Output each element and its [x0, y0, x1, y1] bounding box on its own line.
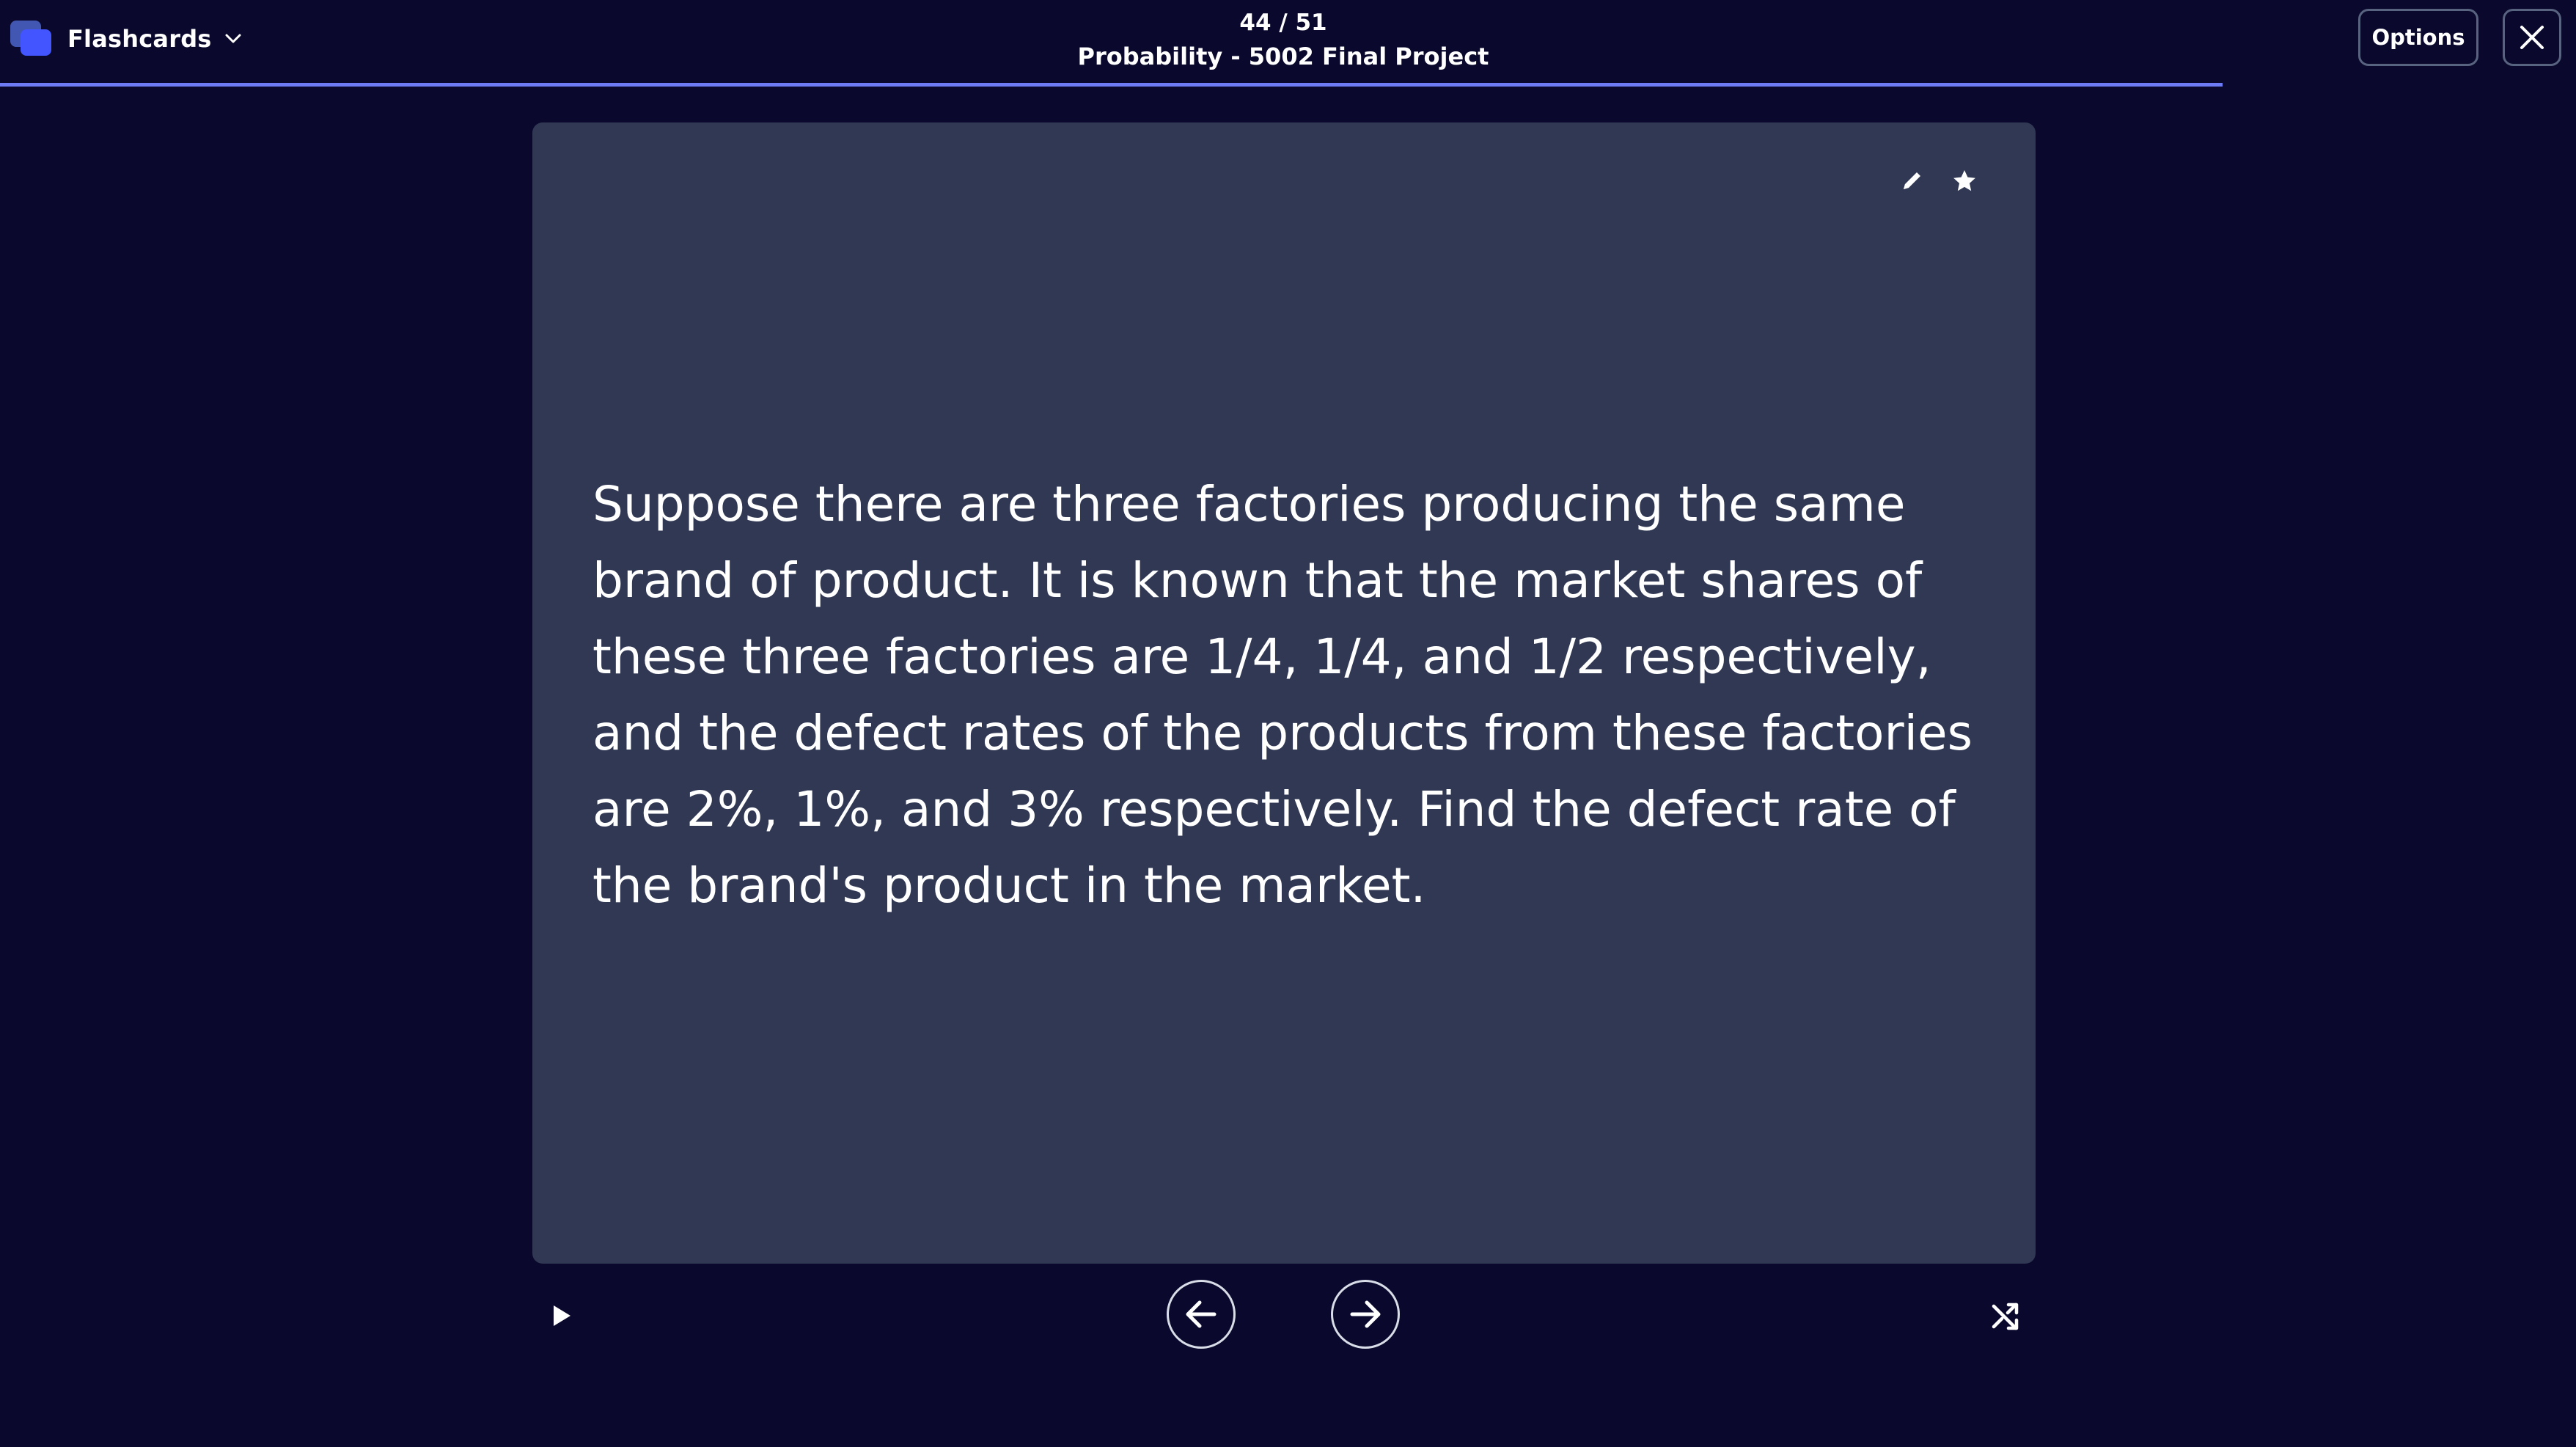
next-card-button[interactable]: [1331, 1280, 1400, 1349]
flashcards-icon: [10, 21, 53, 57]
arrow-right-icon: [1350, 1300, 1381, 1328]
set-title: Probability - 5002 Final Project: [1077, 43, 1489, 70]
play-icon: [554, 1305, 570, 1326]
play-button[interactable]: [546, 1297, 578, 1335]
progress-counter: 44 / 51: [1239, 10, 1327, 36]
mode-switcher[interactable]: Flashcards: [10, 18, 243, 60]
options-button[interactable]: Options: [2358, 9, 2478, 66]
star-icon[interactable]: [1951, 167, 1978, 195]
close-icon: [2520, 26, 2544, 49]
card-term-text: Suppose there are three factories produc…: [592, 476, 1973, 914]
top-bar: Flashcards 44 / 51 Probability - 5002 Fi…: [0, 0, 2576, 87]
shuffle-icon: [1992, 1303, 2019, 1330]
previous-card-button[interactable]: [1167, 1280, 1236, 1349]
header-center: 44 / 51 Probability - 5002 Final Project: [953, 7, 1613, 75]
shuffle-button[interactable]: [1989, 1300, 2022, 1333]
close-button[interactable]: [2503, 9, 2561, 66]
mode-label: Flashcards: [67, 25, 212, 53]
edit-icon[interactable]: [1899, 169, 1924, 194]
progress-bar-fill: [0, 83, 2223, 87]
arrow-left-icon: [1186, 1300, 1217, 1328]
progress-bar: [0, 83, 2576, 87]
chevron-down-icon: [224, 29, 243, 48]
